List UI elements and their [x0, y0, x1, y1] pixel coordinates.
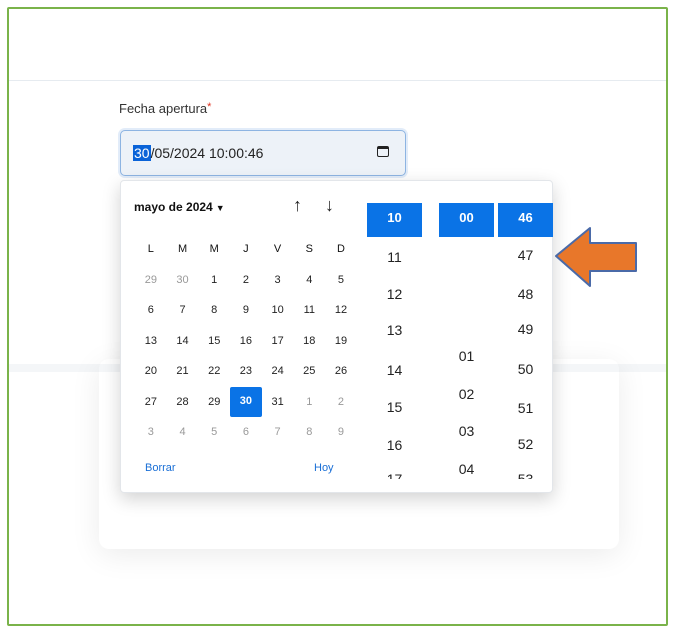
field-label-text: Fecha apertura — [119, 101, 208, 116]
second-option[interactable]: 50 — [498, 361, 553, 377]
calendar-day[interactable]: 30 — [167, 273, 199, 286]
hours-selected[interactable]: 10 — [367, 203, 422, 237]
calendar-day[interactable]: 5 — [198, 425, 230, 438]
datetime-value[interactable]: /05/2024 10:00:46 — [151, 145, 264, 161]
minutes-selected[interactable]: 00 — [439, 203, 494, 237]
minutes-column[interactable]: 00 01 02 03 04 — [439, 203, 494, 477]
weekday-label: L — [147, 243, 154, 255]
calendar-day-selected[interactable]: 30 — [230, 386, 262, 417]
month-label[interactable]: mayo de 2024 — [134, 200, 213, 214]
calendar-day[interactable]: 9 — [230, 303, 262, 316]
calendar-day[interactable]: 7 — [167, 303, 199, 316]
weekday-label: S — [305, 243, 313, 255]
calendar-day[interactable]: 16 — [230, 334, 262, 347]
datetime-input[interactable]: 30/05/2024 10:00:46 — [120, 130, 406, 176]
calendar-day[interactable]: 21 — [167, 364, 199, 377]
calendar-day[interactable]: 4 — [293, 273, 325, 286]
calendar-day[interactable]: 20 — [135, 364, 167, 377]
month-selector[interactable]: mayo de 2024 ▼ — [134, 200, 225, 214]
weekday-label: M — [177, 243, 188, 255]
weekday-label: D — [336, 243, 345, 255]
hour-option[interactable]: 13 — [367, 322, 422, 338]
second-option[interactable]: 48 — [498, 286, 553, 302]
hours-column[interactable]: 10 11 12 13 14 15 16 17 — [367, 203, 422, 479]
calendar-week: 27 28 29 30 31 1 2 — [135, 386, 357, 426]
required-mark: * — [207, 101, 212, 113]
hour-option[interactable]: 11 — [367, 249, 422, 265]
clear-button[interactable]: Borrar — [145, 462, 176, 474]
hour-option[interactable]: 17 — [367, 471, 422, 479]
calendar-day[interactable]: 25 — [293, 364, 325, 377]
calendar-day[interactable]: 28 — [167, 395, 199, 408]
minute-option[interactable]: 03 — [439, 423, 494, 439]
calendar-day[interactable]: 1 — [198, 273, 230, 286]
seconds-column[interactable]: 46 47 48 49 50 51 52 53 — [498, 203, 553, 479]
calendar-day[interactable]: 14 — [167, 334, 199, 347]
calendar-day[interactable]: 29 — [198, 395, 230, 408]
calendar-day[interactable]: 23 — [230, 364, 262, 377]
selected-segment[interactable]: 30 — [133, 145, 151, 161]
calendar-day[interactable]: 15 — [198, 334, 230, 347]
second-option[interactable]: 47 — [498, 247, 553, 263]
hour-option[interactable]: 15 — [367, 399, 422, 415]
minute-option[interactable]: 02 — [439, 386, 494, 402]
weekday-header: L M M J V S D — [135, 242, 357, 273]
weekday-label: M — [209, 243, 219, 255]
calendar-day[interactable]: 6 — [230, 425, 262, 438]
field-label: Fecha apertura* — [119, 101, 211, 116]
today-button[interactable]: Hoy — [314, 462, 334, 474]
second-option[interactable]: 53 — [498, 471, 553, 479]
calendar-day[interactable]: 12 — [325, 303, 357, 316]
calendar-day[interactable]: 7 — [262, 425, 294, 438]
seconds-selected[interactable]: 46 — [498, 203, 553, 237]
hour-option[interactable]: 14 — [367, 362, 422, 378]
calendar-day[interactable]: 2 — [230, 273, 262, 286]
second-option[interactable]: 51 — [498, 400, 553, 416]
calendar-day[interactable]: 10 — [262, 303, 294, 316]
datetime-picker-popup: mayo de 2024 ▼ ↑ ↓ L M M J V S D 29 30 1 … — [120, 180, 553, 493]
calendar-day[interactable]: 3 — [135, 425, 167, 438]
calendar-day[interactable]: 26 — [325, 364, 357, 377]
minute-option[interactable]: 01 — [439, 348, 494, 364]
calendar-day[interactable]: 6 — [135, 303, 167, 316]
calendar-week: 6 7 8 9 10 11 12 — [135, 303, 357, 334]
calendar-day[interactable]: 8 — [293, 425, 325, 438]
calendar-day[interactable]: 1 — [293, 395, 325, 408]
second-option[interactable]: 52 — [498, 436, 553, 452]
calendar-day[interactable]: 13 — [135, 334, 167, 347]
second-option[interactable]: 49 — [498, 321, 553, 337]
weekday-label: V — [273, 243, 282, 255]
calendar-day[interactable]: 27 — [135, 395, 167, 408]
calendar-day[interactable]: 29 — [135, 273, 167, 286]
calendar-day[interactable]: 24 — [262, 364, 294, 377]
calendar-day[interactable]: 11 — [293, 303, 325, 316]
calendar-day[interactable]: 2 — [325, 395, 357, 408]
arrow-down-icon[interactable]: ↓ — [325, 195, 334, 216]
minute-option[interactable]: 04 — [439, 461, 494, 477]
weekday-label: J — [243, 243, 249, 255]
top-band — [9, 9, 666, 81]
hour-option[interactable]: 12 — [367, 286, 422, 302]
calendar-day[interactable]: 4 — [167, 425, 199, 438]
calendar-icon[interactable] — [377, 146, 389, 157]
caret-down-icon[interactable]: ▼ — [216, 203, 225, 213]
calendar-day[interactable]: 9 — [325, 425, 357, 438]
calendar-grid: L M M J V S D 29 30 1 2 3 4 5 6 7 8 9 10… — [135, 242, 357, 456]
calendar-day[interactable]: 5 — [325, 273, 357, 286]
arrow-up-icon[interactable]: ↑ — [293, 195, 302, 216]
calendar-week: 29 30 1 2 3 4 5 — [135, 273, 357, 304]
calendar-day[interactable]: 3 — [262, 273, 294, 286]
calendar-week: 3 4 5 6 7 8 9 — [135, 425, 357, 456]
calendar-day[interactable]: 22 — [198, 364, 230, 377]
calendar-day[interactable]: 31 — [262, 395, 294, 408]
calendar-day[interactable]: 19 — [325, 334, 357, 347]
calendar-day[interactable]: 18 — [293, 334, 325, 347]
calendar-day[interactable]: 17 — [262, 334, 294, 347]
calendar-day[interactable]: 8 — [198, 303, 230, 316]
orange-arrow-icon — [555, 227, 637, 287]
calendar-week: 13 14 15 16 17 18 19 — [135, 334, 357, 365]
hour-option[interactable]: 16 — [367, 437, 422, 453]
